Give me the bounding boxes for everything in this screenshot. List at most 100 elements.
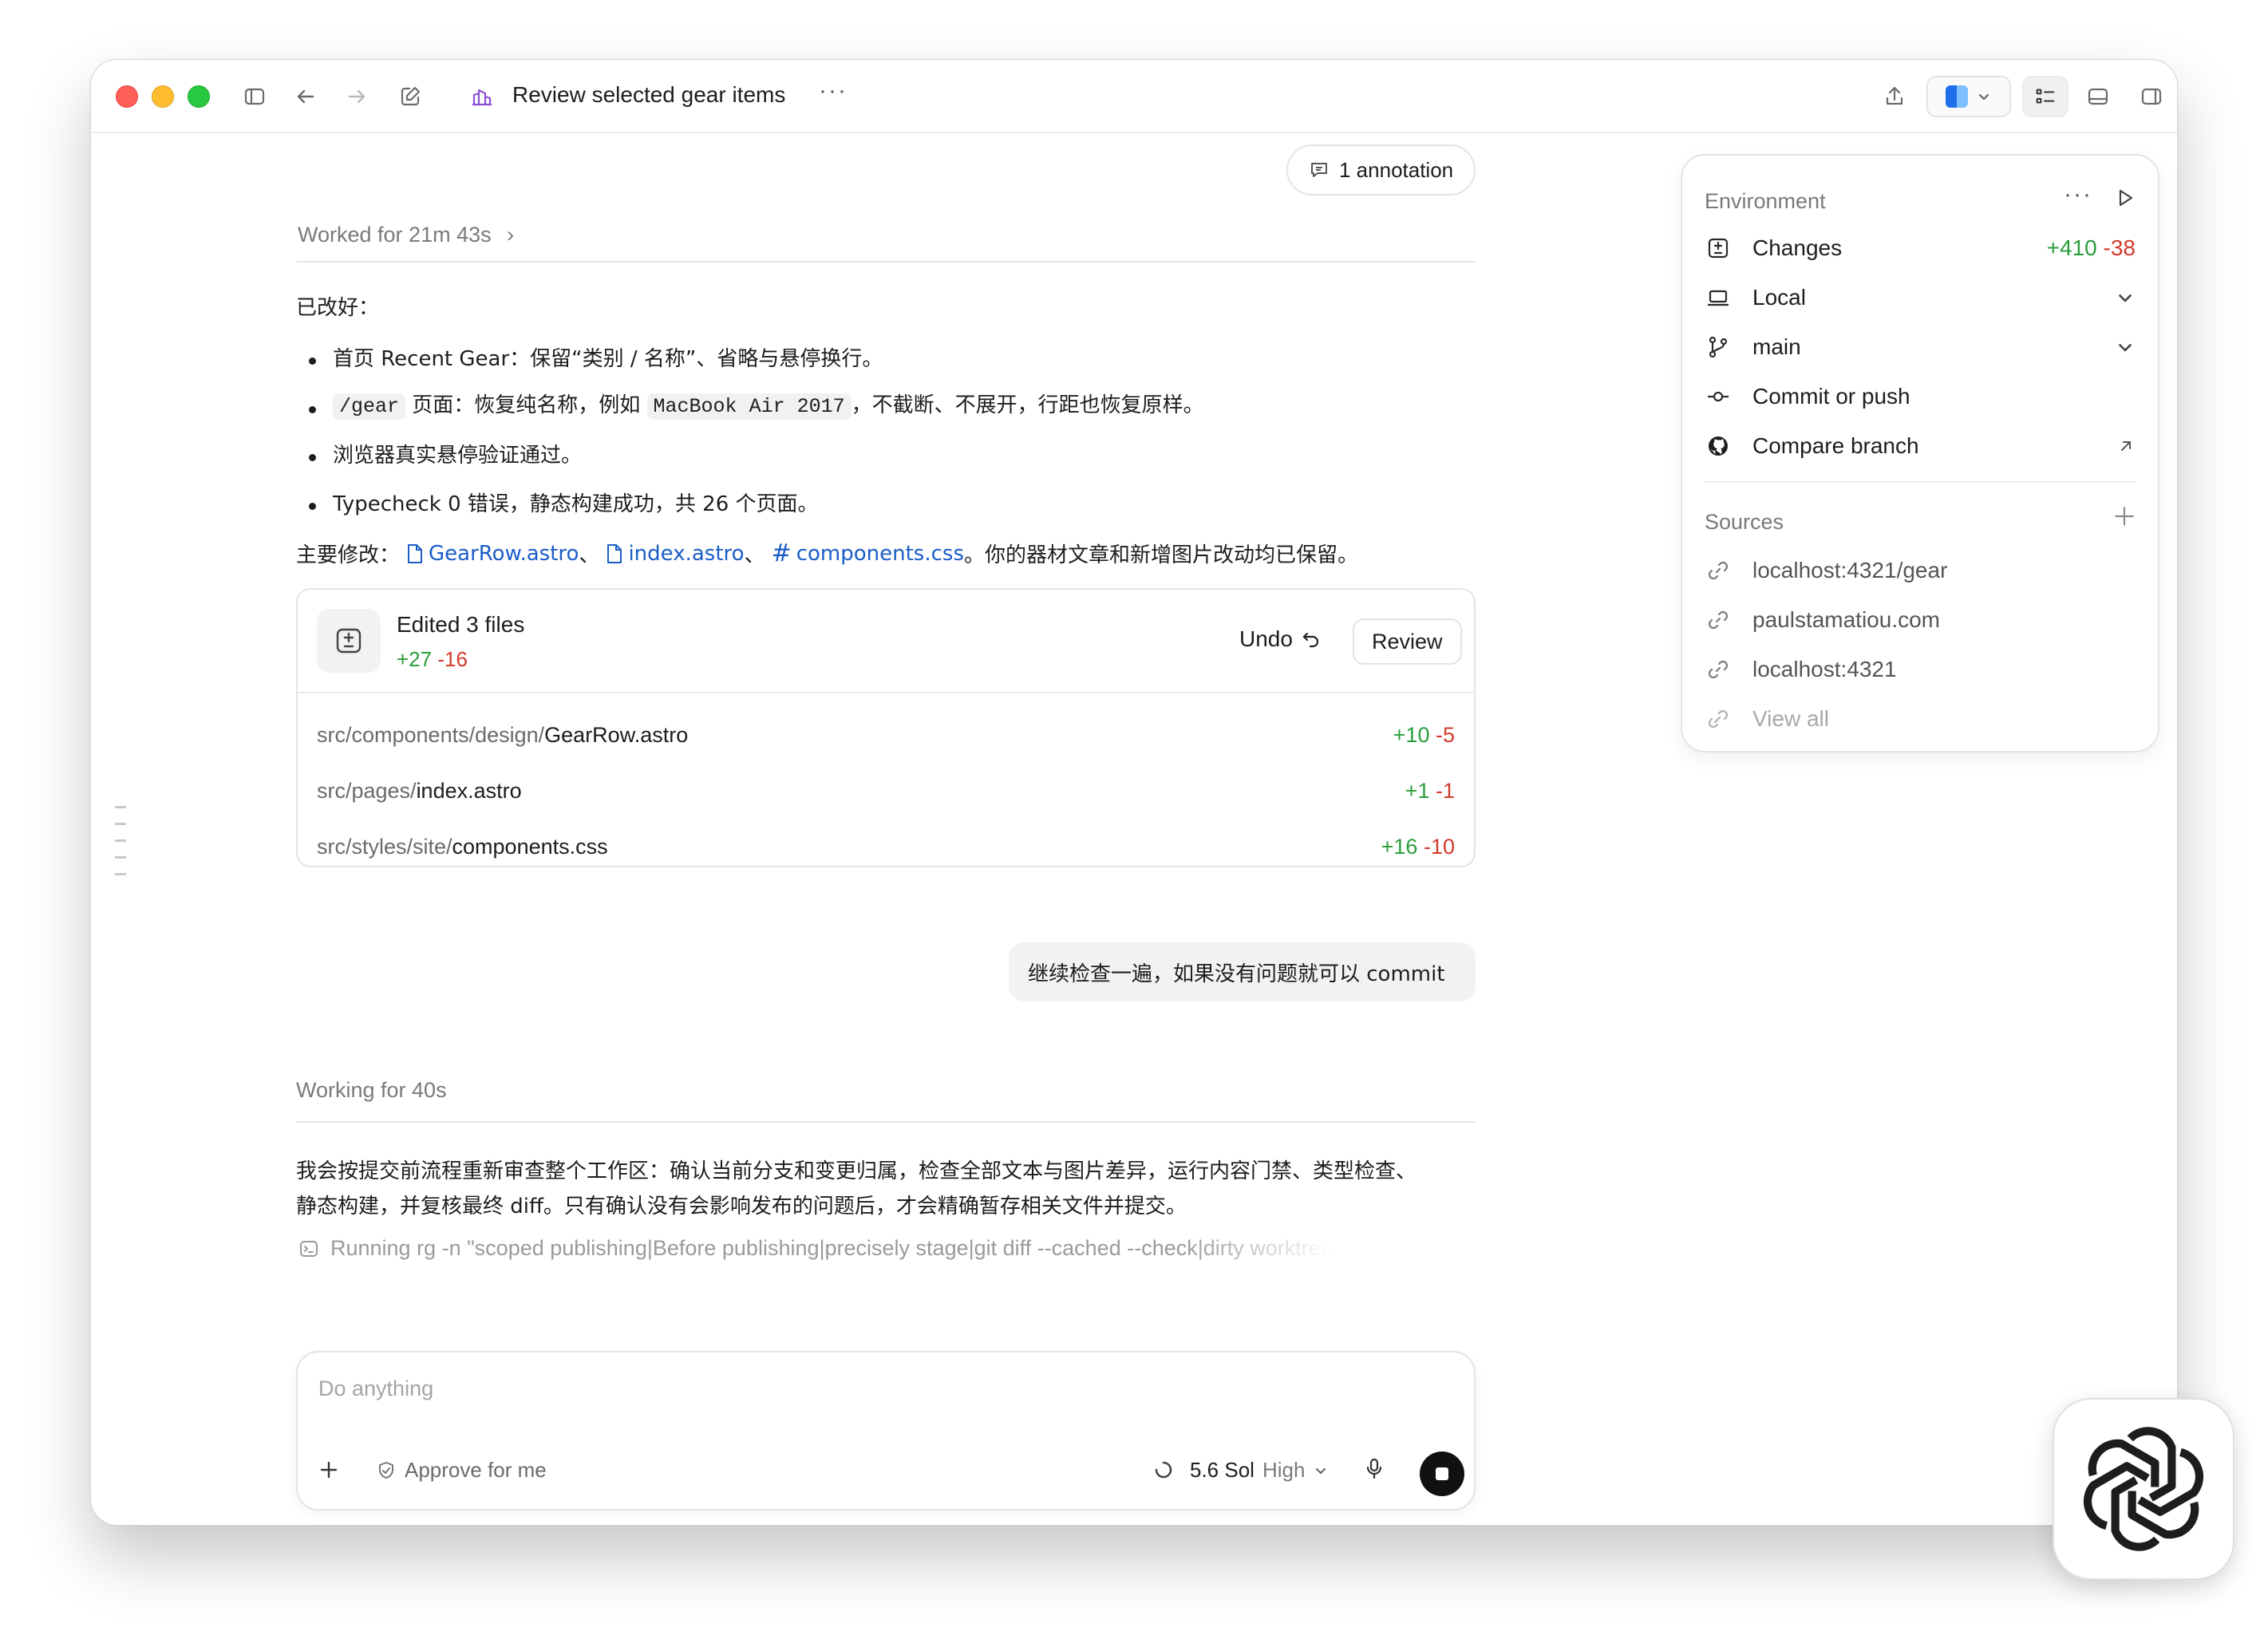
scroll-indicator-tick (115, 873, 126, 875)
env-row-label: Commit or push (1752, 384, 1910, 409)
share-upload-icon[interactable] (1879, 81, 1910, 113)
working-text-line-1: 我会按提交前流程重新审查整个工作区：确认当前分支和变更归属，检查全部文本与图片差… (296, 1159, 1417, 1183)
env-lines-removed: -38 (2103, 235, 2136, 260)
edited-files-title: Edited 3 files (397, 612, 525, 637)
edited-files-card: Edited 3 files +27 -16 Undo Review src/c… (296, 588, 1476, 867)
close-window-button[interactable] (116, 85, 138, 108)
file-icon (408, 543, 423, 563)
link-icon (1705, 606, 1732, 634)
github-icon (1705, 432, 1732, 460)
source-link[interactable]: localhost:4321/gear (1705, 547, 2136, 594)
add-source-icon[interactable] (2112, 504, 2137, 533)
bullet-dot (309, 454, 316, 461)
undo-button[interactable]: Undo (1239, 626, 1322, 652)
hash-icon: # (771, 539, 792, 567)
git-branch-icon (1705, 334, 1732, 361)
summary-intro: 已改好： (296, 296, 380, 320)
env-row-changes[interactable]: Changes +410 -38 (1705, 224, 2136, 272)
working-spinner-icon (1153, 1459, 1174, 1480)
chevron-down-icon (1978, 93, 1989, 101)
divider (296, 1121, 1476, 1123)
file-link-components[interactable]: # components.css (772, 539, 964, 567)
zoom-window-button[interactable] (188, 85, 210, 108)
view-all-sources[interactable]: View all (1705, 695, 2136, 743)
scroll-indicator-tick (115, 839, 126, 842)
env-lines-added: +410 (2046, 235, 2097, 260)
file-added: +10 (1393, 722, 1430, 747)
link-icon (1705, 656, 1732, 683)
composer-input[interactable]: Do anything (318, 1376, 433, 1401)
source-link[interactable]: paulstamatiou.com (1705, 596, 2136, 644)
file-removed: -10 (1423, 834, 1455, 859)
bullet-dot (309, 406, 316, 413)
env-row-branch[interactable]: main (1705, 323, 2136, 371)
env-row-label: Changes (1752, 235, 1843, 260)
link-icon (1705, 557, 1732, 584)
sidebar-toggle-icon[interactable] (239, 81, 271, 113)
stop-button[interactable] (1420, 1451, 1464, 1496)
file-link-index[interactable]: index.astro (606, 541, 745, 566)
env-row-compare[interactable]: Compare branch (1705, 422, 2136, 470)
main-changes-line: 主要修改： GearRow.astro 、 index.astro 、 # co… (296, 539, 1358, 568)
source-link[interactable]: localhost:4321 (1705, 646, 2136, 693)
model-name: 5.6 Sol (1190, 1458, 1255, 1482)
new-chat-edit-icon[interactable] (394, 81, 426, 113)
annotation-button[interactable]: 1 annotation (1286, 144, 1476, 196)
diff-icon (317, 609, 381, 673)
microphone-icon[interactable] (1362, 1456, 1386, 1480)
source-url: localhost:4321 (1752, 657, 1897, 681)
changes-prefix: 主要修改： (296, 543, 401, 567)
task-list-toggle[interactable] (2022, 76, 2068, 117)
chevron-down-icon (2115, 287, 2136, 308)
worked-duration-toggle[interactable]: Worked for 21m 43s › (298, 223, 514, 247)
file-icon (607, 543, 622, 563)
back-arrow-icon[interactable] (290, 81, 322, 113)
env-row-local[interactable]: Local (1705, 274, 2136, 322)
right-panel-toggle-icon[interactable] (2136, 81, 2167, 113)
scroll-indicator-tick (115, 823, 126, 825)
working-duration-label: Working for 40s (296, 1078, 447, 1102)
link-multiple-icon (1705, 705, 1732, 733)
summary-bullet-1: 首页 Recent Gear：保留“类别 / 名称”、省略与悬停换行。 (333, 347, 883, 371)
bottom-panel-toggle-icon[interactable] (2082, 81, 2114, 113)
edited-files-header: Edited 3 files +27 -16 Undo Review (298, 590, 1474, 693)
inline-code-gear: /gear (333, 393, 406, 420)
undo-label: Undo (1239, 626, 1293, 651)
minimize-window-button[interactable] (152, 85, 174, 108)
comment-icon (1311, 163, 1327, 177)
changed-file-row[interactable]: src/components/design/GearRow.astro +10 … (317, 706, 1455, 764)
scroll-indicator-tick (115, 806, 126, 808)
more-options-icon[interactable]: ··· (819, 77, 848, 105)
env-row-commit[interactable]: Commit or push (1705, 373, 2136, 421)
changed-file-row[interactable]: src/pages/index.astro +1 -1 (317, 762, 1455, 820)
open-in-app-dropdown[interactable] (1926, 76, 2011, 117)
file-name: index.astro (416, 778, 522, 803)
review-button[interactable]: Review (1353, 618, 1462, 665)
running-command-row[interactable]: Running rg -n "scoped publishing|Before … (298, 1236, 1464, 1261)
inline-code-macbook: MacBook Air 2017 (646, 393, 851, 420)
separator: 、 (744, 543, 765, 567)
working-text-line-2: 静态构建，并复核最终 diff。只有确认没有会影响发布的问题后，才会精确暂存相关… (296, 1195, 1187, 1218)
approve-for-me-toggle[interactable]: Approve for me (376, 1458, 547, 1483)
composer[interactable]: Do anything Approve for me 5.6 Sol High (296, 1351, 1476, 1511)
scroll-indicator-tick (115, 856, 126, 859)
source-url: paulstamatiou.com (1752, 607, 1941, 632)
env-row-label: Local (1752, 285, 1806, 310)
model-selector[interactable]: 5.6 Sol High (1190, 1458, 1329, 1483)
run-play-icon[interactable] (2113, 186, 2137, 214)
file-removed: -5 (1435, 722, 1455, 747)
changed-file-row[interactable]: src/styles/site/components.css +16 -10 (317, 818, 1455, 866)
file-link-label: index.astro (628, 541, 745, 566)
forward-arrow-icon[interactable] (341, 81, 373, 113)
file-link-gearrow[interactable]: GearRow.astro (406, 542, 579, 566)
add-attachment-button[interactable] (317, 1458, 341, 1482)
plus-icon (320, 1461, 338, 1479)
git-commit-icon (1705, 383, 1732, 410)
project-icon (466, 81, 498, 113)
summary-bullet-4: Typecheck 0 错误，静态构建成功，共 26 个页面。 (333, 492, 819, 516)
arrow-up-right-icon (2116, 436, 2136, 456)
summary-bullet-3: 浏览器真实悬停验证通过。 (333, 444, 583, 468)
environment-more-icon[interactable]: ··· (2064, 181, 2092, 208)
approve-label: Approve for me (405, 1458, 547, 1482)
env-row-label: Compare branch (1752, 433, 1919, 458)
